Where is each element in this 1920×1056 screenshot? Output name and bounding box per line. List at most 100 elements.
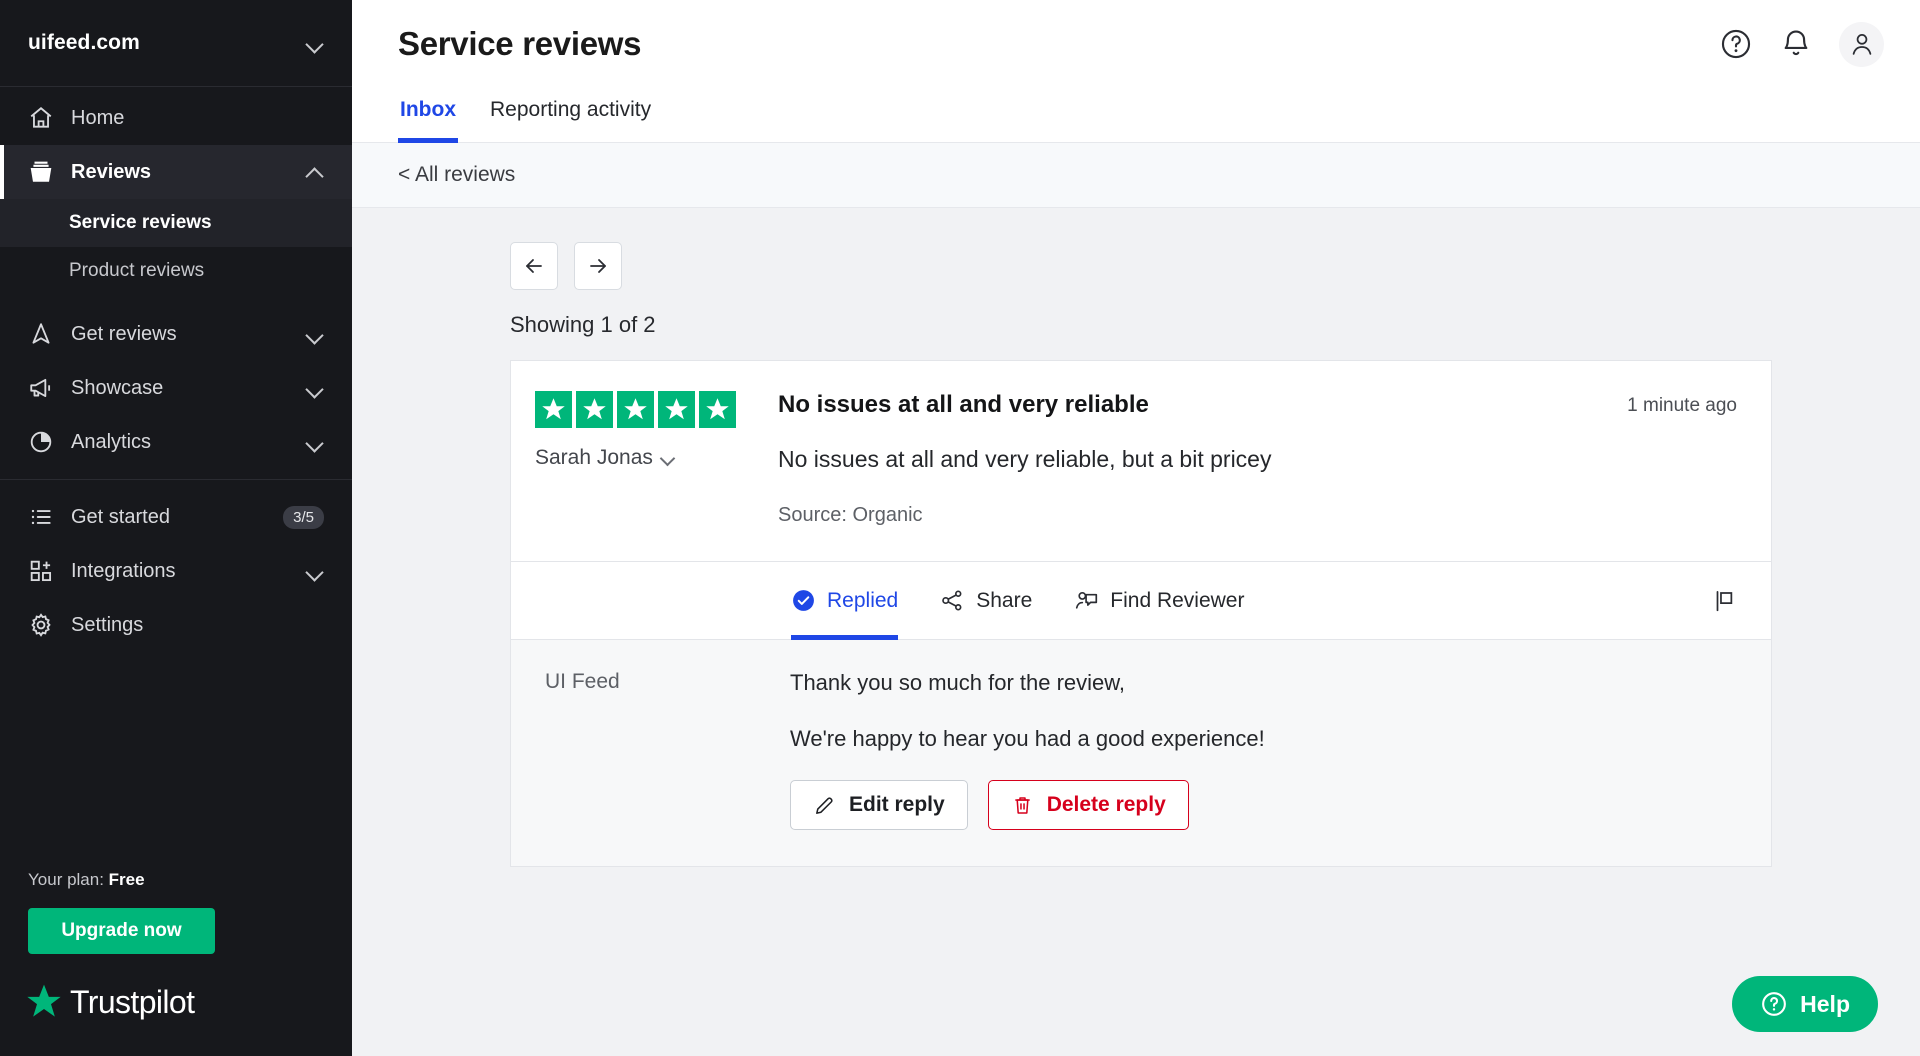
page-title: Service reviews xyxy=(398,25,642,62)
find-reviewer-button[interactable]: Find Reviewer xyxy=(1074,562,1244,640)
tab-bar: Inbox Reporting activity xyxy=(352,88,1920,143)
review-actions-bar: Replied Share Find Reviewer xyxy=(511,561,1771,640)
review-header: No issues at all and very reliable 1 min… xyxy=(778,391,1737,419)
tab-reporting-activity[interactable]: Reporting activity xyxy=(488,88,653,142)
sidebar-item-integrations[interactable]: Integrations xyxy=(0,544,352,598)
edit-reply-button[interactable]: Edit reply xyxy=(790,780,968,830)
showing-count: Showing 1 of 2 xyxy=(510,312,656,337)
chevron-down-icon xyxy=(661,451,675,465)
chevron-up-icon xyxy=(306,163,324,181)
replied-status-button[interactable]: Replied xyxy=(791,562,899,640)
reply-buttons: Edit reply Delete reply xyxy=(790,780,1737,830)
primary-nav: Home Reviews Service reviews Product rev… xyxy=(0,87,352,652)
plan-label: Your plan: xyxy=(28,870,109,889)
sidebar-item-reviews[interactable]: Reviews xyxy=(0,145,352,199)
share-button[interactable]: Share xyxy=(940,562,1032,640)
reply-block: UI Feed Thank you so much for the review… xyxy=(511,639,1771,866)
sidebar-subitem-label: Service reviews xyxy=(69,212,212,233)
plan-status: Your plan: Free xyxy=(0,870,352,890)
get-started-progress-badge: 3/5 xyxy=(283,505,324,529)
breadcrumb-all-reviews[interactable]: < All reviews xyxy=(398,163,515,186)
action-label: Find Reviewer xyxy=(1110,588,1245,612)
star-icon xyxy=(658,391,695,428)
sidebar-subitem-label: Product reviews xyxy=(69,260,205,281)
grid-plus-icon xyxy=(28,558,54,584)
reviewer-column: Sarah Jonas xyxy=(533,391,778,527)
send-icon xyxy=(28,321,54,347)
review-actions: Replied Share Find Reviewer xyxy=(791,562,1244,640)
review-content: No issues at all and very reliable 1 min… xyxy=(778,391,1737,527)
sidebar-item-settings[interactable]: Settings xyxy=(0,598,352,652)
sidebar-item-label: Analytics xyxy=(71,430,152,453)
sidebar-divider xyxy=(0,479,352,480)
chevron-down-icon xyxy=(306,379,324,397)
upgrade-now-button[interactable]: Upgrade now xyxy=(28,908,215,954)
main-area: Service reviews Inbox Reporting activity… xyxy=(352,0,1920,1056)
sidebar-item-showcase[interactable]: Showcase xyxy=(0,361,352,415)
reviewer-name-dropdown[interactable]: Sarah Jonas xyxy=(535,446,778,470)
star-icon xyxy=(535,391,572,428)
next-review-button[interactable] xyxy=(574,242,622,290)
sidebar-item-label: Integrations xyxy=(71,559,176,582)
help-circle-icon[interactable] xyxy=(1719,27,1753,61)
brand-name: uifeed.com xyxy=(28,31,140,54)
flag-review-button[interactable] xyxy=(1711,588,1737,614)
review-body: No issues at all and very reliable, but … xyxy=(778,446,1272,472)
action-label: Share xyxy=(976,588,1033,612)
review-timestamp: 1 minute ago xyxy=(1627,395,1737,416)
tab-inbox[interactable]: Inbox xyxy=(398,88,458,143)
delete-reply-button[interactable]: Delete reply xyxy=(987,780,1189,830)
notification-bell-icon[interactable] xyxy=(1779,27,1813,61)
edit-reply-label: Edit reply xyxy=(849,793,945,816)
sidebar-item-service-reviews[interactable]: Service reviews xyxy=(0,199,352,247)
previous-review-button[interactable] xyxy=(510,242,558,290)
trustpilot-star-icon xyxy=(27,984,61,1017)
star-icon xyxy=(699,391,736,428)
chevron-down-icon xyxy=(306,562,324,580)
content-area: Showing 1 of 2 Sarah Jonas No issues at … xyxy=(352,208,1920,1056)
chevron-down-icon xyxy=(306,34,324,52)
sidebar-item-label: Settings xyxy=(71,613,144,636)
chevron-down-icon xyxy=(306,433,324,451)
sidebar-item-label: Get reviews xyxy=(71,322,177,345)
sidebar-item-product-reviews[interactable]: Product reviews xyxy=(0,247,352,295)
sidebar-item-label: Get started xyxy=(71,505,170,528)
review-source: Source: Organic xyxy=(778,504,923,526)
sidebar-item-label: Showcase xyxy=(71,376,164,399)
star-icon xyxy=(576,391,613,428)
content-inner: Showing 1 of 2 Sarah Jonas No issues at … xyxy=(510,242,1772,867)
share-nodes-icon xyxy=(942,590,962,611)
sidebar: uifeed.com Home Reviews Service reviews xyxy=(0,0,352,1056)
arrow-left-icon xyxy=(526,259,542,273)
arrow-right-icon xyxy=(590,259,606,273)
trash-icon xyxy=(1015,796,1030,814)
star-rating xyxy=(535,391,778,428)
help-fab-button[interactable]: Help xyxy=(1732,976,1878,1032)
review-card-top: Sarah Jonas No issues at all and very re… xyxy=(511,361,1771,561)
pager-controls xyxy=(510,242,1772,290)
check-circle-filled-icon xyxy=(793,590,814,611)
reply-line: Thank you so much for the review, xyxy=(790,670,1126,695)
sidebar-item-label: Reviews xyxy=(71,160,152,183)
brand-switcher[interactable]: uifeed.com xyxy=(0,0,352,87)
trustpilot-wordmark: Trustpilot xyxy=(70,983,195,1020)
find-reviewer-icon xyxy=(1076,591,1098,609)
chevron-down-icon xyxy=(306,325,324,343)
reply-line: We're happy to hear you had a good exper… xyxy=(790,726,1265,751)
sidebar-item-home[interactable]: Home xyxy=(0,91,352,145)
breadcrumb-bar: < All reviews xyxy=(352,143,1920,208)
top-bar-icons xyxy=(1719,21,1884,67)
avatar[interactable] xyxy=(1839,21,1884,67)
star-icon xyxy=(617,391,654,428)
delete-reply-label: Delete reply xyxy=(1046,793,1166,816)
megaphone-icon xyxy=(28,375,54,401)
trustpilot-logo: Trustpilot xyxy=(0,954,352,1056)
gear-icon xyxy=(28,612,54,638)
sidebar-item-get-started[interactable]: Get started 3/5 xyxy=(0,490,352,544)
pie-chart-icon xyxy=(28,429,54,455)
help-fab-label: Help xyxy=(1800,990,1850,1017)
sidebar-item-get-reviews[interactable]: Get reviews xyxy=(0,307,352,361)
flag-icon xyxy=(1716,590,1733,611)
list-icon xyxy=(28,504,54,530)
sidebar-item-analytics[interactable]: Analytics xyxy=(0,415,352,469)
